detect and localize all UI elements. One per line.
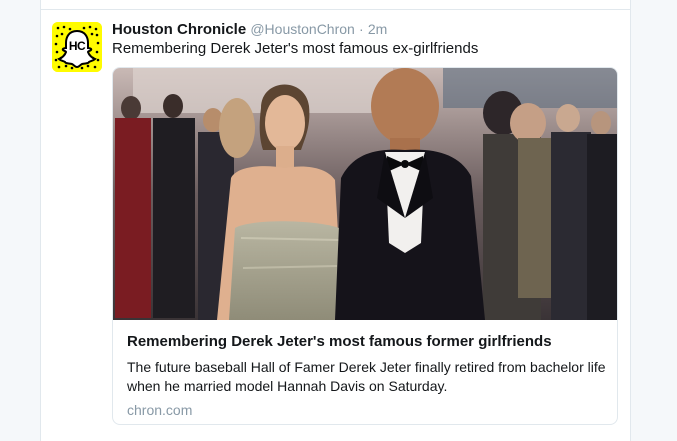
author-handle[interactable]: @HoustonChron <box>250 21 355 37</box>
card-title[interactable]: Remembering Derek Jeter's most famous fo… <box>127 332 607 352</box>
card-body: Remembering Derek Jeter's most famous fo… <box>127 332 607 420</box>
card-domain[interactable]: chron.com <box>127 401 607 420</box>
tweet-text: Remembering Derek Jeter's most famous ex… <box>112 40 479 57</box>
tweet-header: Houston Chronicle @HoustonChron · 2m <box>112 21 387 38</box>
timeline-column: HC Houston Chronicle @HoustonChron · 2m … <box>40 0 631 441</box>
tweet-timestamp[interactable]: 2m <box>368 21 387 37</box>
avatar-monogram: HC <box>68 39 86 53</box>
author-name[interactable]: Houston Chronicle <box>112 21 246 38</box>
tweet-divider <box>41 9 630 10</box>
card-description: The future baseball Hall of Famer Derek … <box>127 359 606 394</box>
red-carpet-photo <box>113 68 617 320</box>
header-separator: · <box>359 21 364 37</box>
avatar[interactable]: HC <box>52 22 102 72</box>
card-image[interactable] <box>113 68 617 320</box>
link-card[interactable]: Remembering Derek Jeter's most famous fo… <box>112 67 618 425</box>
